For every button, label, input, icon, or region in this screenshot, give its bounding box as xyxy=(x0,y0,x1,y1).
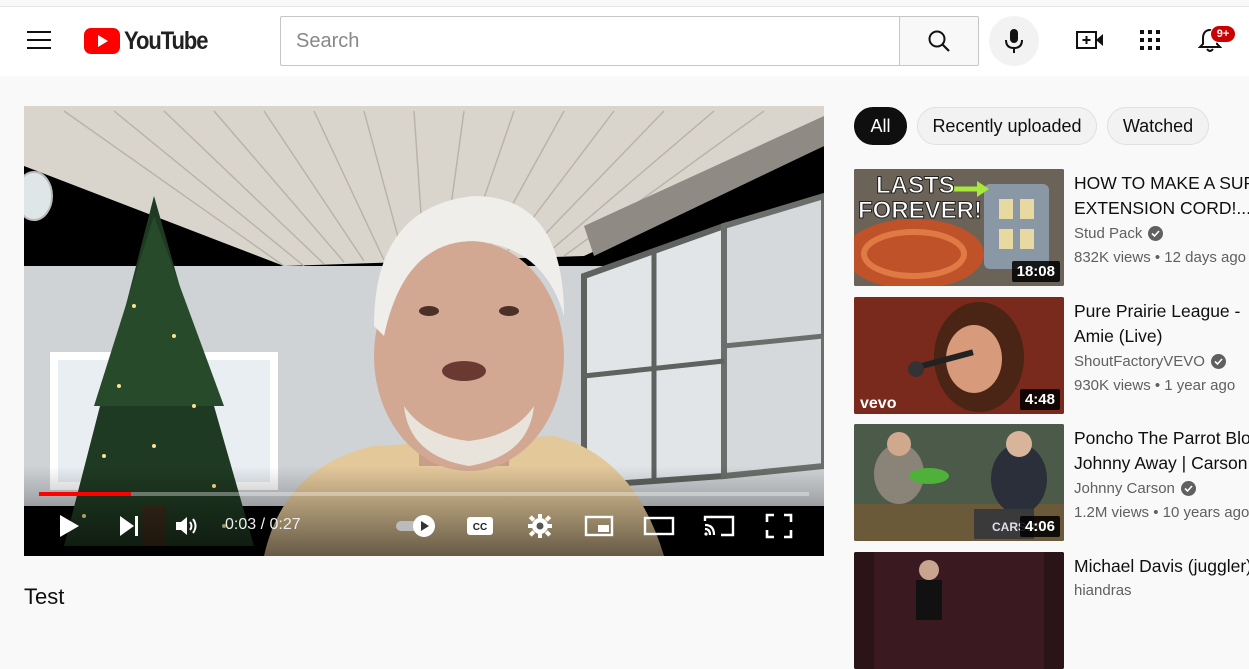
autoplay-toggle[interactable] xyxy=(392,506,440,546)
mute-button[interactable] xyxy=(172,506,204,546)
channel-name[interactable]: Johnny Carson xyxy=(1074,480,1196,497)
video-thumbnail[interactable]: CARSON 4:06 xyxy=(854,424,1064,541)
related-video-title[interactable]: HOW TO MAKE A SUPE EXTENSION CORD!... xyxy=(1074,171,1249,221)
next-button[interactable] xyxy=(114,506,144,546)
miniplayer-icon xyxy=(584,515,614,537)
play-button[interactable] xyxy=(54,506,84,546)
browser-top-strip xyxy=(0,0,1249,7)
cast-button[interactable] xyxy=(702,506,736,546)
related-video-item[interactable]: CARSON 4:06 Poncho The Parrot Blo Johnny… xyxy=(854,424,1249,541)
chip-watched[interactable]: Watched xyxy=(1107,107,1209,145)
duration-badge: 4:06 xyxy=(1019,516,1060,537)
masthead: YouTube Search 9+ xyxy=(0,7,1249,76)
related-video-item[interactable]: LASTS FOREVER! 18:08 HOW TO MAKE A SUPE … xyxy=(854,169,1249,286)
search-button[interactable] xyxy=(899,16,979,66)
theater-mode-icon xyxy=(643,516,675,536)
related-video-title[interactable]: Michael Davis (juggler) xyxy=(1074,554,1249,579)
youtube-play-logo-icon xyxy=(84,28,120,54)
svg-text:LASTS: LASTS xyxy=(876,172,955,199)
progress-bar[interactable] xyxy=(39,492,809,496)
verified-check-icon xyxy=(1210,354,1226,369)
hamburger-icon xyxy=(27,31,51,49)
subtitles-button[interactable]: CC xyxy=(464,506,496,546)
voice-search-button[interactable] xyxy=(989,16,1039,66)
related-video-item[interactable]: vevo 4:48 Pure Prairie League - Amie (Li… xyxy=(854,297,1249,414)
search-box[interactable] xyxy=(280,16,900,66)
time-display: 0:03 / 0:27 xyxy=(225,516,301,533)
verified-check-icon xyxy=(1148,226,1164,241)
video-meta: 1.2M views • 10 years ago xyxy=(1074,504,1249,521)
video-thumbnail[interactable] xyxy=(854,552,1064,669)
channel-name[interactable]: Stud Pack xyxy=(1074,225,1164,242)
svg-text:vevo: vevo xyxy=(860,395,897,412)
apps-button[interactable] xyxy=(1130,20,1170,60)
play-icon xyxy=(60,515,79,537)
notifications-button[interactable]: 9+ xyxy=(1190,20,1236,60)
menu-button[interactable] xyxy=(19,20,59,60)
video-title: Test xyxy=(24,584,65,609)
search-input[interactable] xyxy=(296,29,900,53)
video-thumbnail[interactable]: LASTS FOREVER! 18:08 xyxy=(854,169,1064,286)
related-video-item[interactable]: Michael Davis (juggler) hiandras xyxy=(854,552,1249,669)
miniplayer-button[interactable] xyxy=(582,506,616,546)
chip-all[interactable]: All xyxy=(854,107,907,145)
youtube-logo[interactable]: YouTube xyxy=(84,26,219,56)
channel-name[interactable]: hiandras xyxy=(1074,582,1132,599)
channel-name[interactable]: ShoutFactoryVEVO xyxy=(1074,353,1226,370)
create-video-icon xyxy=(1076,31,1103,49)
video-meta: 832K views • 12 days ago xyxy=(1074,249,1247,266)
duration-badge: 4:48 xyxy=(1019,389,1060,410)
thumbnail-image xyxy=(854,552,1064,669)
duration-badge: 18:08 xyxy=(1011,261,1060,282)
logo-text: YouTube xyxy=(124,26,209,55)
svg-text:CC: CC xyxy=(473,522,487,533)
autoplay-toggle-icon xyxy=(396,515,435,537)
closed-captions-icon: CC xyxy=(467,517,493,535)
volume-icon xyxy=(176,517,197,535)
video-meta: 930K views • 1 year ago xyxy=(1074,377,1236,394)
settings-button[interactable] xyxy=(524,506,556,546)
cast-icon xyxy=(703,515,735,537)
related-video-title[interactable]: Pure Prairie League - Amie (Live) xyxy=(1074,299,1249,349)
related-video-title[interactable]: Poncho The Parrot Blo Johnny Away | Cars… xyxy=(1074,426,1249,476)
gear-icon xyxy=(528,514,552,538)
verified-check-icon xyxy=(1180,481,1196,496)
fullscreen-button[interactable] xyxy=(762,506,796,546)
theater-mode-button[interactable] xyxy=(642,506,676,546)
video-thumbnail[interactable]: vevo 4:48 xyxy=(854,297,1064,414)
fullscreen-icon xyxy=(765,513,793,539)
microphone-icon xyxy=(1005,29,1023,53)
video-player[interactable]: 0:03 / 0:27 CC xyxy=(24,106,824,556)
chip-recently-uploaded[interactable]: Recently uploaded xyxy=(917,107,1097,145)
notification-badge: 9+ xyxy=(1210,25,1236,43)
create-button[interactable] xyxy=(1070,20,1110,60)
search-icon xyxy=(928,30,950,52)
svg-text:FOREVER!: FOREVER! xyxy=(858,197,982,224)
apps-grid-icon xyxy=(1140,30,1160,50)
skip-next-icon xyxy=(120,516,138,536)
progress-played xyxy=(39,492,132,496)
